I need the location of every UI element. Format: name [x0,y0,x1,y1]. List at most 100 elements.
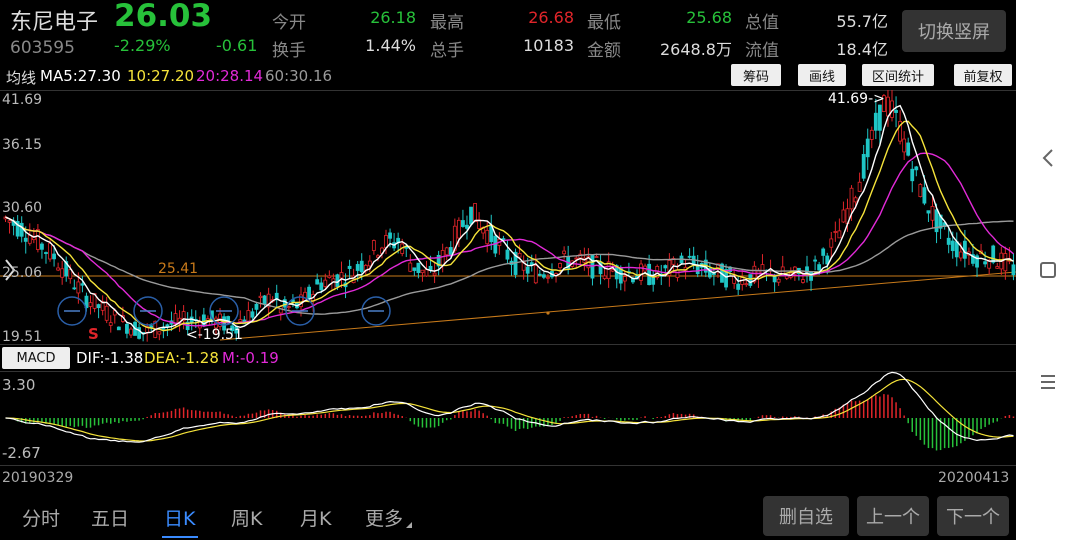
candle-body [315,279,320,285]
candle-body [104,305,109,321]
tab-five-day[interactable]: 五日 [91,504,129,531]
high-marker-label: 41.69-> [828,91,885,107]
candle-body [485,229,490,245]
candle-body [371,240,376,251]
ma60-value: 60:30.16 [265,67,333,85]
kline-axis-l4: 25.06 [2,265,43,281]
candle-body [869,129,874,140]
trend-point [546,311,550,315]
candle-body [80,283,85,286]
tab-weekly-k[interactable]: 周K [231,504,262,531]
candle-body [813,259,817,262]
candle-body [461,220,465,227]
macd-m: M:-0.19 [222,349,279,367]
tab-monthly-k[interactable]: 月K [300,504,331,531]
amount-value: 2648.8万 [660,40,732,59]
candle-body [157,331,162,335]
candle-body [416,262,421,273]
candle-body [995,266,1000,269]
candle-body [525,266,530,274]
candle-body [116,326,121,331]
home-icon[interactable] [1039,261,1057,279]
candle-body [517,253,522,258]
sell-signal-marker: S [88,325,99,343]
stock-code: 603595 [10,38,75,58]
adjust-button[interactable]: 前复权 [954,64,1012,86]
tab-intraday[interactable]: 分时 [22,504,60,531]
candle-body [56,267,61,271]
candle-body [546,276,550,279]
candle-body [833,231,838,233]
candle-body [367,260,372,267]
candle-body [262,295,267,305]
candle-body [849,187,854,210]
macd-indicator-button[interactable]: MACD [2,347,70,369]
float-cap-value: 18.4亿 [836,40,888,59]
candle-body [651,276,656,285]
candle-body [448,247,453,255]
high-label: 最高 [430,13,464,33]
candle-body [384,235,388,249]
back-icon[interactable] [1040,148,1056,168]
candle-body [537,273,542,276]
turnover-value: 1.44% [365,36,416,55]
candle-body [286,306,291,309]
candle-body [473,203,477,223]
candles-group [3,90,1016,342]
candle-body [914,166,919,171]
candle-body [821,248,826,256]
volume-label: 总手 [430,41,464,61]
candle-body [946,237,951,245]
candlestick-chart[interactable] [0,90,1016,345]
candle-body [801,279,805,283]
candle-body [922,187,927,204]
candle-body [440,250,445,266]
switch-portrait-button[interactable]: 切换竖屏 [902,10,1006,52]
high-value: 26.68 [528,8,574,27]
chips-button[interactable]: 筹码 [731,64,781,86]
candle-body [906,142,911,156]
candle-body [238,319,243,323]
tab-daily-k[interactable]: 日K [164,504,195,531]
candle-body [359,260,364,273]
macd-dea: DEA:-1.28 [144,349,219,367]
start-date: 20190329 [2,470,74,486]
candle-body [469,206,473,225]
tab-more[interactable]: 更多 [365,504,403,531]
candle-body [950,240,955,252]
candle-body [841,209,846,223]
candle-body [388,232,392,239]
amount-label: 金额 [587,41,621,61]
candle-body [125,323,129,334]
candle-body [60,268,65,278]
macd-axis-min: -2.67 [2,444,41,462]
candle-body [873,112,878,131]
active-tab-indicator [162,536,198,538]
candle-body [541,274,546,278]
menu-icon[interactable] [1039,374,1057,390]
candle-body [347,265,352,269]
candle-body [558,263,562,269]
candle-body [877,104,882,131]
candle-body [129,328,133,336]
current-price: 26.03 [114,0,213,34]
candle-body [736,283,741,290]
candle-body [96,304,101,309]
candle-body [894,110,898,113]
candle-body [991,245,996,263]
candle-body [809,271,813,281]
previous-stock-button[interactable]: 上一个 [857,496,929,536]
macd-chart[interactable] [0,371,1016,466]
remove-favorite-button[interactable]: 删自选 [763,496,849,536]
kline-axis-max: 41.69 [2,92,43,108]
candle-body [934,209,939,233]
candle-body [76,281,81,294]
candle-body [477,219,482,229]
ma-legend-row: 均线 MA5:27.30 10:27.20 20:28.14 60:30.16 … [0,62,1016,90]
candle-body [910,168,915,182]
candle-body [40,243,44,250]
draw-line-button[interactable]: 画线 [798,64,846,86]
interval-stats-button[interactable]: 区间统计 [862,64,934,86]
candle-body [533,265,538,284]
next-stock-button[interactable]: 下一个 [937,496,1009,536]
